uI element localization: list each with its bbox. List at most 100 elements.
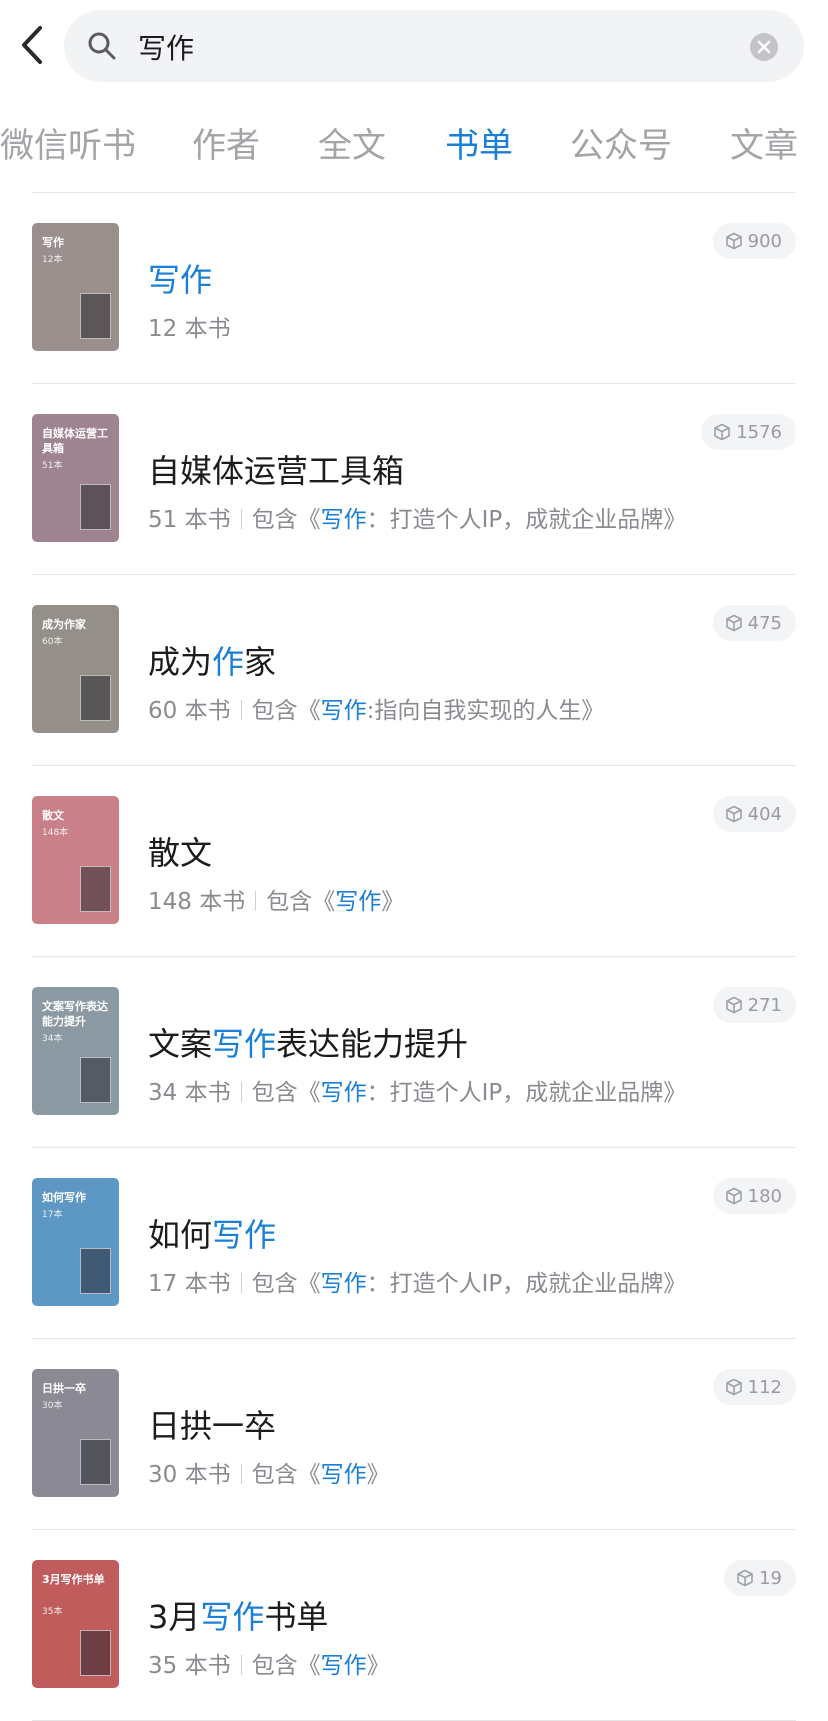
- text-segment: 成为: [148, 643, 213, 681]
- booklist-cover: 如何写作 17本: [32, 1178, 119, 1306]
- booklist-item[interactable]: 自媒体运营工具箱 51本 自媒体运营工具箱 51 本书 包含《写作：打造个人IP，成就企…: [0, 384, 828, 575]
- cube-icon: [714, 423, 730, 441]
- booklist-meta: 30 本书 包含《写作》: [148, 1455, 390, 1489]
- booklist-title: 自媒体运营工具箱: [148, 446, 404, 492]
- badge-count: 900: [747, 230, 782, 252]
- tab-author[interactable]: 作者: [192, 118, 260, 167]
- meta-separator: [240, 1655, 242, 1675]
- clear-icon[interactable]: [749, 32, 779, 62]
- cube-icon: [725, 1187, 742, 1205]
- meta-separator: [255, 891, 257, 911]
- booklist-title: 散文: [148, 828, 212, 874]
- booklist-item[interactable]: 如何写作 17本 如何写作 17 本书 包含《写作：打造个人IP，成就企业品牌》 180: [0, 1148, 828, 1339]
- tab-wechat-audiobooks[interactable]: 微信听书: [0, 118, 136, 167]
- subscriber-badge: 404: [712, 796, 796, 832]
- mini-book-thumbnail: [80, 1630, 111, 1676]
- badge-count: 180: [747, 1185, 782, 1207]
- text-segment: 包含《: [251, 1462, 321, 1488]
- badge-count: 404: [747, 803, 782, 825]
- text-segment: 文案: [148, 1025, 213, 1063]
- booklist-meta: 60 本书 包含《写作:指向自我实现的人生》: [148, 691, 604, 725]
- cover-title: 成为作家: [42, 618, 86, 631]
- text-segment: 自媒体运营工具箱: [148, 452, 405, 490]
- mini-book-thumbnail: [80, 866, 111, 912]
- booklist-item[interactable]: 写作 12本 写作 12 本书 900: [0, 193, 828, 384]
- book-count: 34 本书: [148, 1080, 231, 1106]
- cube-icon: [725, 232, 742, 250]
- highlight-text: 写作: [212, 1216, 277, 1254]
- meta-separator: [240, 700, 242, 720]
- cube-icon: [725, 996, 742, 1014]
- booklist-item[interactable]: 3月写作书单 35本 3月写作书单 35 本书 包含《写作》 19: [0, 1530, 828, 1721]
- booklist-item[interactable]: 成为作家 60本 成为作家 60 本书 包含《写作:指向自我实现的人生》 475: [0, 575, 828, 766]
- cover-count: 34本: [42, 1034, 63, 1044]
- cover-count: 60本: [42, 637, 63, 647]
- back-icon[interactable]: [10, 20, 60, 70]
- cover-title: 写作: [42, 236, 64, 249]
- booklist-cover: 自媒体运营工具箱 51本: [32, 414, 119, 542]
- booklist-item[interactable]: 散文 148本 散文 148 本书 包含《写作》 404: [0, 766, 828, 957]
- booklist-title: 3月写作书单: [148, 1592, 328, 1638]
- cover-title: 如何写作: [42, 1191, 86, 1204]
- booklist-meta: 148 本书 包含《写作》: [148, 882, 404, 916]
- search-input[interactable]: [136, 22, 700, 72]
- highlight-text: 写作: [335, 889, 382, 915]
- subscriber-badge: 19: [724, 1560, 796, 1596]
- cube-icon: [725, 1378, 742, 1396]
- booklist-cover: 3月写作书单 35本: [32, 1560, 119, 1688]
- badge-count: 19: [759, 1567, 782, 1589]
- booklist-title: 日拱一卒: [148, 1401, 276, 1447]
- subscriber-badge: 271: [712, 987, 796, 1023]
- cover-count: 30本: [42, 1401, 63, 1411]
- book-count: 148 本书: [148, 889, 246, 915]
- highlight-text: 写作: [320, 1462, 367, 1488]
- text-segment: 包含《: [251, 698, 321, 724]
- text-segment: 包含《: [251, 507, 321, 533]
- booklist-item[interactable]: 文案写作表达能力提升 34本 文案写作表达能力提升 34 本书 包含《写作：打造个人IP…: [0, 957, 828, 1148]
- badge-count: 271: [747, 994, 782, 1016]
- text-segment: 》: [366, 1462, 390, 1488]
- booklist-item[interactable]: 日拱一卒 30本 日拱一卒 30 本书 包含《写作》 112: [0, 1339, 828, 1530]
- tab-booklists[interactable]: 书单: [445, 118, 513, 167]
- mini-book-thumbnail: [80, 1248, 111, 1294]
- badge-count: 475: [747, 612, 782, 634]
- highlight-text: 写作: [200, 1598, 265, 1636]
- text-segment: 包含《: [266, 889, 336, 915]
- mini-book-thumbnail: [80, 484, 111, 530]
- highlight-text: 写作: [148, 261, 213, 299]
- booklist-meta: 34 本书 包含《写作：打造个人IP，成就企业品牌》: [148, 1073, 686, 1107]
- tab-articles[interactable]: 文章: [730, 118, 798, 167]
- booklist-title: 如何写作: [148, 1210, 276, 1256]
- cover-title: 自媒体运营工具箱: [42, 427, 108, 455]
- mini-book-thumbnail: [80, 293, 111, 339]
- booklist-results: 写作 12本 写作 12 本书 900 自媒体运营工具箱 51本 自媒体运营工具箱 51 本书包…: [0, 193, 828, 1721]
- mini-book-thumbnail: [80, 1057, 111, 1103]
- cube-icon: [725, 614, 742, 632]
- text-segment: 包含《: [251, 1271, 321, 1297]
- highlight-text: 写作: [320, 507, 367, 533]
- search-box[interactable]: [64, 10, 804, 82]
- search-icon: [88, 32, 116, 60]
- cover-count: 51本: [42, 461, 63, 471]
- search-header: [0, 0, 828, 96]
- highlight-text: 写作: [320, 1271, 367, 1297]
- book-count: 30 本书: [148, 1462, 231, 1488]
- cover-count: 148本: [42, 828, 69, 838]
- cover-count: 12本: [42, 255, 63, 265]
- subscriber-badge: 180: [712, 1178, 796, 1214]
- booklist-meta: 51 本书 包含《写作：打造个人IP，成就企业品牌》: [148, 500, 686, 534]
- booklist-cover: 日拱一卒 30本: [32, 1369, 119, 1497]
- booklist-title: 成为作家: [148, 637, 276, 683]
- text-segment: 如何: [148, 1216, 213, 1254]
- book-count: 17 本书: [148, 1271, 231, 1297]
- book-count: 51 本书: [148, 507, 231, 533]
- highlight-text: 写作: [320, 1080, 367, 1106]
- booklist-meta: 17 本书 包含《写作：打造个人IP，成就企业品牌》: [148, 1264, 686, 1298]
- subscriber-badge: 900: [712, 223, 796, 259]
- book-count: 12 本书: [148, 316, 231, 342]
- mini-book-thumbnail: [80, 1439, 111, 1485]
- cover-title: 3月写作书单: [42, 1573, 105, 1586]
- tab-official-accounts[interactable]: 公众号: [570, 118, 672, 167]
- booklist-cover: 写作 12本: [32, 223, 119, 351]
- tab-full-text[interactable]: 全文: [318, 118, 386, 167]
